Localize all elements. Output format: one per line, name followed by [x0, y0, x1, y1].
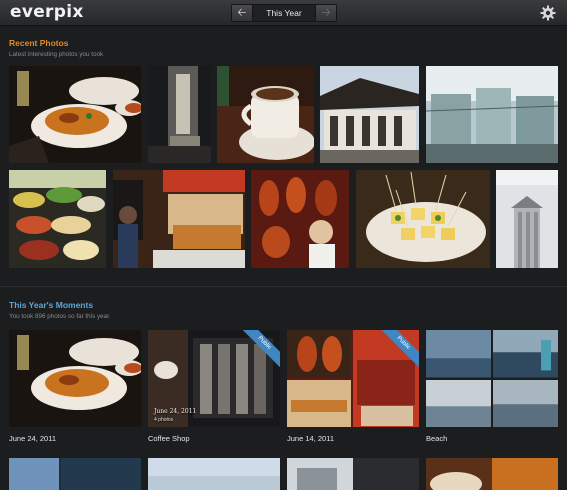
section-divider — [0, 286, 567, 287]
food-dish-photo[interactable] — [9, 66, 141, 163]
roast-duck-photo[interactable] — [251, 170, 349, 268]
prev-period-button[interactable]: 🡠 — [232, 5, 252, 21]
moment-caption[interactable]: Beach — [426, 434, 447, 443]
next-period-button[interactable]: 🡢 — [316, 5, 336, 21]
moment-caption[interactable]: June 14, 2011 — [287, 434, 334, 443]
skewer-appetizer-photo[interactable] — [356, 170, 490, 268]
moment-caption[interactable]: June 24, 2011 — [9, 434, 56, 443]
app-logo[interactable]: everpix — [10, 2, 84, 22]
arrow-left-icon: 🡠 — [237, 6, 247, 19]
top-bar: everpix 🡠 This Year 🡢 — [0, 0, 567, 26]
moment-overlay-count: 4 photos — [154, 417, 174, 423]
settings-button[interactable] — [540, 5, 556, 21]
moment-caption[interactable]: Coffee Shop — [148, 434, 190, 443]
coffee-cup-photo[interactable] — [217, 66, 314, 163]
moments-subtitle: You took 896 photos so far this year. — [9, 313, 111, 320]
glass-building-photo[interactable] — [426, 66, 558, 163]
moment-card[interactable] — [148, 458, 280, 490]
gear-icon — [540, 5, 556, 21]
moments-title: This Year's Moments — [9, 300, 94, 310]
moment-card[interactable] — [426, 458, 558, 490]
tower-photo[interactable] — [496, 170, 558, 268]
glass-interior-photo[interactable] — [148, 66, 211, 163]
moment-card[interactable] — [426, 330, 558, 427]
moment-overlay-date: June 24, 2011 — [154, 408, 197, 415]
moment-card[interactable] — [287, 458, 419, 490]
period-label[interactable]: This Year — [252, 5, 316, 21]
recent-photos-subtitle: Latest interesting photos you took — [9, 51, 104, 58]
recent-photos-title: Recent Photos — [9, 38, 69, 48]
temple-roof-photo[interactable] — [320, 66, 419, 163]
moment-card[interactable] — [9, 458, 141, 490]
moment-cover-photo — [9, 330, 141, 427]
period-navigator: 🡠 This Year 🡢 — [231, 4, 337, 22]
moment-card[interactable] — [9, 330, 141, 427]
moment-collage — [426, 330, 558, 427]
buffet-counter-photo[interactable] — [9, 170, 106, 268]
moment-card[interactable]: Public — [287, 330, 419, 427]
arrow-right-icon: 🡢 — [321, 6, 331, 19]
moment-card[interactable]: June 24, 2011 4 photos Public — [148, 330, 280, 427]
food-stall-photo[interactable] — [113, 170, 245, 268]
